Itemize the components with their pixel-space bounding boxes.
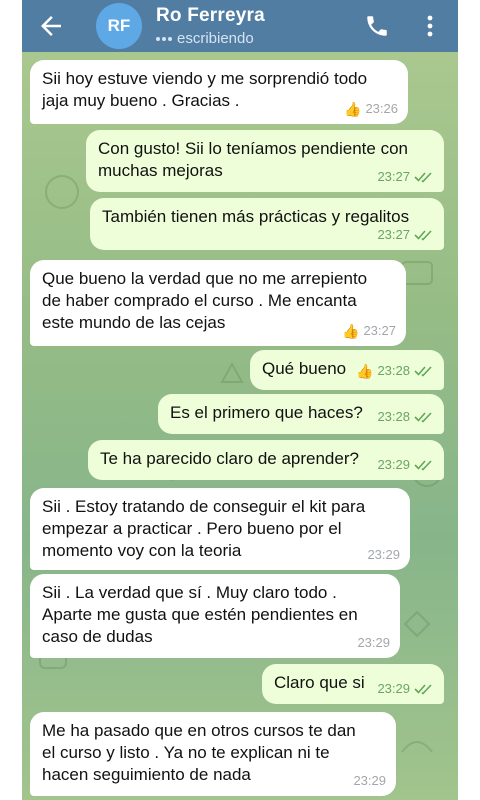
phone-call-icon[interactable] [364, 13, 390, 39]
message-time: 23:27 [377, 227, 410, 242]
message-text: Te ha parecido claro de aprender? [100, 449, 359, 468]
typing-status: escribiendo [156, 30, 254, 47]
message-meta: 23:27 [377, 224, 434, 246]
message-text: Sii hoy estuve viendo y me sorprendió to… [42, 69, 368, 110]
thumbs-up-reaction-icon: 👍 [342, 323, 360, 339]
message-text: Claro que si [274, 673, 365, 692]
message-bubble-outgoing[interactable]: Claro que si 23:29 [262, 664, 444, 704]
message-time: 23:28 [377, 409, 410, 424]
avatar-initials: RF [107, 16, 131, 35]
message-time: 23:29 [353, 773, 386, 788]
message-meta: 23:27 [377, 166, 434, 188]
message-meta: 23:29 [377, 454, 434, 476]
message-time: 23:28 [377, 363, 410, 378]
message-bubble-outgoing[interactable]: Qué bueno 👍 23:28 [250, 350, 444, 390]
message-bubble-incoming[interactable]: Sii . Estoy tratando de conseguir el kit… [30, 488, 410, 570]
message-bubble-outgoing[interactable]: Con gusto! Sii lo teníamos pendiente con… [86, 130, 444, 192]
double-check-icon [414, 366, 432, 377]
message-bubble-incoming[interactable]: Me ha pasado que en otros cursos te dan … [30, 712, 396, 796]
message-time: 23:27 [377, 169, 410, 184]
thumbs-up-reaction-icon: 👍 [344, 101, 362, 117]
status-text: escribiendo [177, 30, 254, 47]
avatar[interactable]: RF [96, 3, 142, 49]
message-meta: 23:29 [367, 544, 400, 566]
thumbs-up-reaction-icon: 👍 [356, 363, 374, 379]
phone-screen: RF Ro Ferreyra escribiendo Sii hoy estuv… [22, 0, 458, 800]
message-text: Es el primero que haces? [170, 403, 363, 422]
message-bubble-outgoing[interactable]: Es el primero que haces? 23:28 [158, 394, 444, 434]
message-bubble-incoming[interactable]: Que bueno la verdad que no me arrepiento… [30, 260, 406, 346]
message-meta: 👍 23:28 [356, 360, 434, 382]
message-text: Me ha pasado que en otros cursos te dan … [42, 721, 356, 784]
message-meta: 23:29 [353, 770, 386, 792]
message-meta: 23:29 [357, 632, 390, 654]
message-time: 23:29 [377, 457, 410, 472]
message-text: Sii . Estoy tratando de conseguir el kit… [42, 497, 366, 560]
contact-name[interactable]: Ro Ferreyra [156, 5, 265, 27]
message-text: Sii . La verdad que sí . Muy claro todo … [42, 583, 358, 646]
more-options-icon[interactable] [420, 12, 440, 40]
typing-dots-icon [156, 36, 172, 41]
chat-header: RF Ro Ferreyra escribiendo [22, 0, 458, 52]
message-meta: 23:28 [377, 406, 434, 428]
double-check-icon [414, 230, 432, 241]
message-list[interactable]: Sii hoy estuve viendo y me sorprendió to… [22, 52, 458, 800]
message-time: 23:29 [377, 681, 410, 696]
message-time: 23:29 [367, 547, 400, 562]
double-check-icon [414, 412, 432, 423]
message-bubble-outgoing[interactable]: Te ha parecido claro de aprender? 23:29 [88, 440, 444, 480]
double-check-icon [414, 684, 432, 695]
message-meta: 👍 23:26 [344, 98, 398, 120]
message-time: 23:26 [365, 101, 398, 116]
message-meta: 👍 23:27 [342, 320, 396, 342]
message-bubble-incoming[interactable]: Sii . La verdad que sí . Muy claro todo … [30, 574, 400, 658]
message-meta: 23:29 [377, 678, 434, 700]
message-time: 23:27 [363, 323, 396, 338]
message-bubble-incoming[interactable]: Sii hoy estuve viendo y me sorprendió to… [30, 60, 408, 124]
back-arrow-icon[interactable] [36, 11, 66, 41]
message-text: Qué bueno [262, 359, 347, 378]
message-bubble-outgoing[interactable]: También tienen más prácticas y regalitos… [90, 198, 444, 250]
double-check-icon [414, 172, 432, 183]
double-check-icon [414, 460, 432, 471]
message-time: 23:29 [357, 635, 390, 650]
